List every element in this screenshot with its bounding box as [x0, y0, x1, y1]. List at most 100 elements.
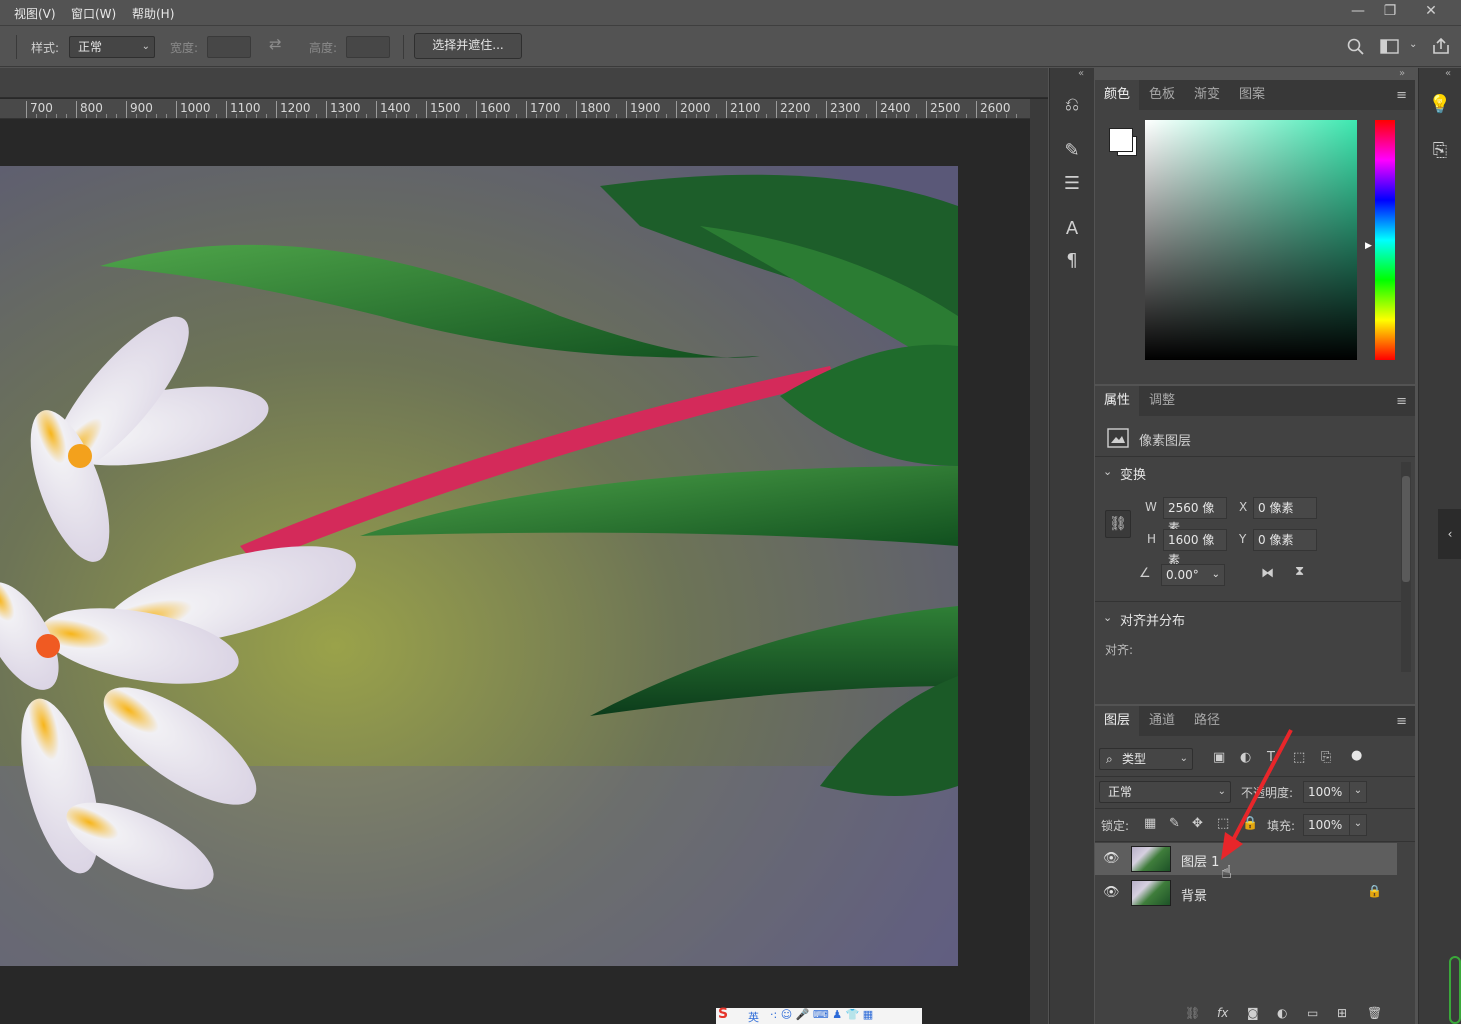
ruler-minor-tick — [446, 114, 447, 118]
width-field[interactable] — [207, 36, 251, 58]
swap-icon[interactable]: ⇄ — [269, 35, 282, 53]
paragraph-icon[interactable]: ¶ — [1059, 248, 1085, 274]
ruler-minor-tick — [336, 114, 337, 118]
style-dropdown[interactable]: 正常 ⌄ — [69, 36, 155, 58]
flip-vertical-icon[interactable]: ⧗ — [1295, 564, 1304, 579]
layer-row-background[interactable]: 👁 背景 🔒 — [1095, 877, 1397, 909]
link-layers-icon[interactable]: ⛓ — [1185, 1006, 1200, 1020]
lock-image-icon[interactable]: ✎ — [1169, 816, 1180, 831]
layer-thumbnail — [1131, 846, 1171, 872]
ruler-minor-tick — [346, 114, 347, 118]
document-scrollbar[interactable] — [1030, 99, 1048, 1024]
flip-horizontal-icon[interactable]: ⧓ — [1261, 566, 1274, 581]
ruler-minor-tick — [986, 114, 987, 118]
share-icon[interactable] — [1431, 36, 1451, 56]
tab-swatches[interactable]: 色板 — [1140, 80, 1184, 110]
panel-menu-icon[interactable]: ≡ — [1396, 394, 1407, 409]
adjustment-layer-icon[interactable]: ◐ — [1277, 1006, 1287, 1020]
canvas-image[interactable] — [0, 166, 958, 966]
filter-smart-object-icon[interactable]: ⎘ — [1321, 750, 1331, 765]
select-and-mask-button[interactable]: 选择并遮住... — [414, 33, 522, 59]
transform-section-title[interactable]: 变换 — [1120, 464, 1146, 483]
lock-transparent-icon[interactable]: ▦ — [1144, 816, 1156, 831]
properties-panel-tabs: 属性 调整 ≡ — [1095, 386, 1415, 416]
search-icon[interactable] — [1347, 38, 1365, 56]
history-icon[interactable]: ⎌ — [1059, 92, 1085, 118]
opacity-input[interactable]: 100% — [1303, 781, 1351, 803]
ruler-minor-tick — [596, 114, 597, 118]
ime-language[interactable]: 英 — [748, 1009, 759, 1024]
panel-menu-icon[interactable]: ≡ — [1396, 714, 1407, 729]
workspace-icon[interactable] — [1380, 39, 1400, 55]
collapse-icon[interactable]: « — [1078, 68, 1084, 79]
visibility-eye-icon[interactable]: 👁 — [1103, 851, 1120, 866]
layer-name[interactable]: 背景 — [1181, 885, 1207, 904]
ruler-minor-tick — [686, 114, 687, 118]
chevron-down-icon[interactable]: ⌄ — [1349, 781, 1367, 803]
brush-preset-icon[interactable]: ✎ — [1059, 138, 1085, 164]
collapse-icon[interactable]: « — [1445, 68, 1451, 79]
new-group-icon[interactable]: ▭ — [1307, 1006, 1318, 1020]
x-input[interactable]: 0 像素 — [1253, 497, 1317, 519]
properties-scrollbar[interactable] — [1401, 462, 1411, 672]
ruler-minor-tick — [46, 114, 47, 118]
delete-layer-icon[interactable]: 🗑 — [1367, 1006, 1382, 1020]
minimize-button[interactable]: — — [1341, 0, 1375, 24]
panel-menu-icon[interactable]: ≡ — [1396, 88, 1407, 103]
expand-panel-icon[interactable]: ‹ — [1438, 509, 1461, 559]
tab-properties[interactable]: 属性 — [1095, 386, 1140, 416]
chevron-down-icon[interactable]: ⌄ — [1103, 611, 1112, 624]
new-layer-icon[interactable]: ⊞ — [1337, 1006, 1347, 1020]
ruler-minor-tick — [1006, 114, 1007, 118]
menu-view[interactable]: 视图(V) — [14, 5, 56, 22]
menu-window[interactable]: 窗口(W) — [71, 5, 116, 22]
chevron-down-icon[interactable]: ⌄ — [1103, 465, 1112, 478]
visibility-eye-icon[interactable]: 👁 — [1103, 885, 1120, 900]
chevron-down-icon[interactable]: ⌄ — [1409, 39, 1417, 50]
blend-mode-dropdown[interactable]: 正常 ⌄ — [1099, 781, 1231, 803]
lock-position-icon[interactable]: ✥ — [1192, 816, 1203, 831]
fx-icon[interactable]: fx — [1217, 1006, 1228, 1020]
link-icon[interactable]: ⛓ — [1105, 510, 1131, 538]
tab-adjustments[interactable]: 调整 — [1140, 386, 1184, 416]
character-icon[interactable]: A — [1059, 216, 1085, 242]
layer-filter-dropdown[interactable]: ⌕ 类型 ⌄ — [1099, 748, 1193, 770]
foreground-color-swatch[interactable] — [1109, 128, 1133, 152]
ruler-minor-tick — [516, 114, 517, 118]
tab-channels[interactable]: 通道 — [1140, 706, 1184, 736]
chevron-down-icon[interactable]: ⌄ — [1349, 814, 1367, 836]
tab-layers[interactable]: 图层 — [1095, 706, 1140, 736]
angle-input[interactable]: 0.00° ⌄ — [1161, 564, 1225, 586]
lock-icon[interactable]: 🔒 — [1367, 884, 1382, 898]
fill-input[interactable]: 100% — [1303, 814, 1351, 836]
y-input[interactable]: 0 像素 — [1253, 529, 1317, 551]
filter-toggle-icon[interactable]: ● — [1351, 748, 1362, 763]
ime-toolbar[interactable]: S 英 ·: ☺ 🎤 ⌨ ♟ 👕 ▦ — [716, 1006, 922, 1024]
ruler-minor-tick — [266, 114, 267, 118]
restore-button[interactable]: ❐ — [1373, 0, 1407, 24]
add-mask-icon[interactable]: ◙ — [1247, 1006, 1259, 1020]
height-field[interactable] — [346, 36, 390, 58]
ruler-minor-tick — [1016, 114, 1017, 118]
tab-patterns[interactable]: 图案 — [1230, 80, 1274, 110]
ruler-minor-tick — [716, 114, 717, 118]
ime-toolbar-icons[interactable]: ·: ☺ 🎤 ⌨ ♟ 👕 ▦ — [770, 1008, 873, 1021]
ruler-minor-tick — [366, 114, 367, 118]
expand-icon[interactable]: » — [1399, 68, 1405, 79]
height-input[interactable]: 1600 像素 — [1163, 529, 1227, 567]
close-button[interactable]: ✕ — [1414, 0, 1448, 24]
color-field[interactable] — [1145, 120, 1357, 360]
hue-slider[interactable] — [1375, 120, 1395, 360]
ruler-minor-tick — [116, 114, 117, 118]
libraries-icon[interactable]: ⎘ — [1427, 138, 1453, 164]
tab-gradients[interactable]: 渐变 — [1185, 80, 1229, 110]
align-section-title[interactable]: 对齐并分布 — [1120, 610, 1185, 629]
brush-settings-icon[interactable]: ☰ — [1059, 171, 1085, 197]
chevron-down-icon[interactable]: ⌄ — [1212, 565, 1220, 585]
width-input[interactable]: 2560 像素 — [1163, 497, 1227, 535]
tab-color[interactable]: 颜色 — [1095, 80, 1140, 110]
hue-pointer-icon[interactable]: ▶ — [1365, 241, 1372, 251]
learn-lightbulb-icon[interactable]: 💡 — [1427, 92, 1453, 118]
menu-help[interactable]: 帮助(H) — [132, 5, 174, 22]
ruler-minor-tick — [216, 114, 217, 118]
